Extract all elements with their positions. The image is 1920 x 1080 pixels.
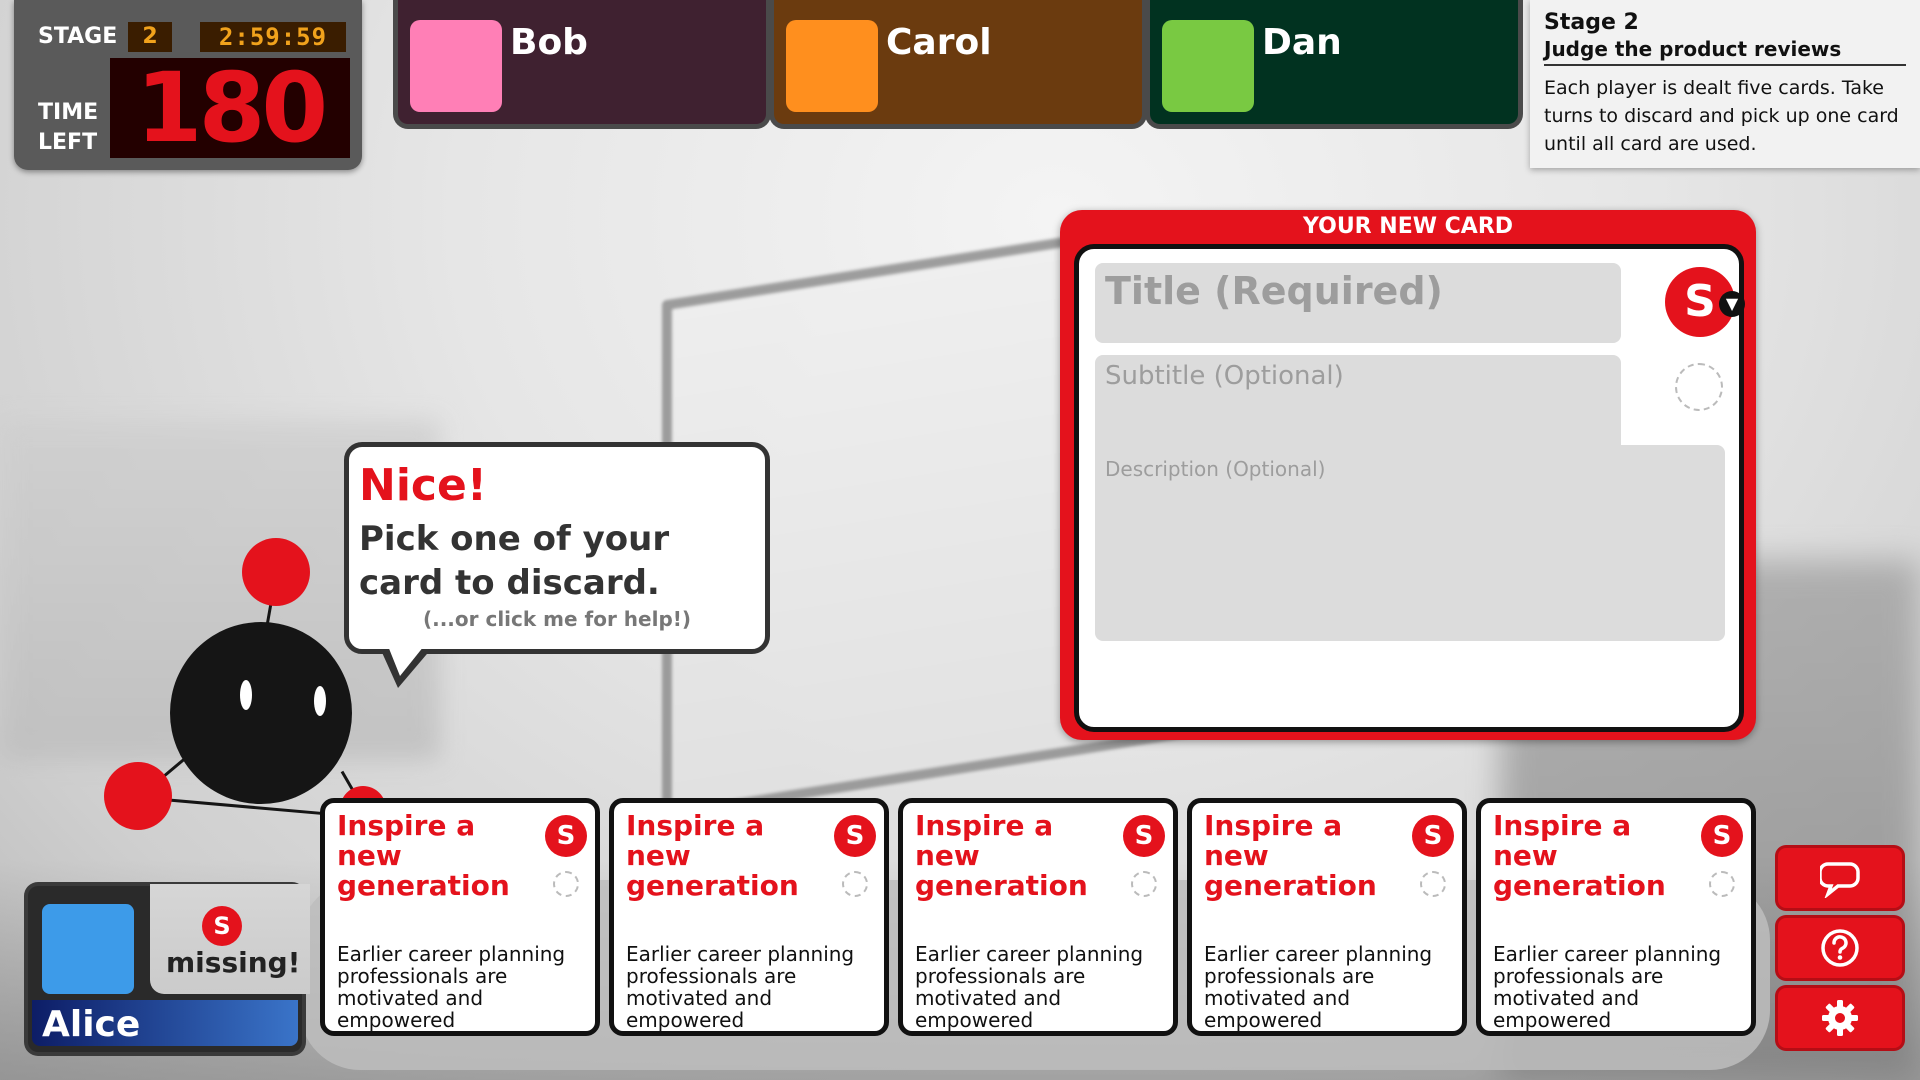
clock: 2:59:59 [200, 22, 346, 52]
hand-card[interactable]: Inspire a new generation S Earlier caree… [898, 798, 1178, 1036]
subcategory-placeholder-icon [842, 871, 868, 897]
hand-card[interactable]: Inspire a new generation S Earlier caree… [320, 798, 600, 1036]
new-card-panel: YOUR NEW CARD Title (Required) Subtitle … [1060, 210, 1756, 740]
stage-info-subtitle: Judge the product reviews [1544, 37, 1906, 66]
subcategory-placeholder-icon[interactable] [1675, 363, 1723, 411]
stage-info-panel: Stage 2 Judge the product reviews Each p… [1530, 0, 1920, 168]
chevron-down-icon[interactable]: ▼ [1719, 291, 1745, 317]
hand-card-title: Inspire a new generation [1493, 809, 1666, 902]
self-player-name: Alice [42, 1004, 141, 1045]
settings-button[interactable] [1778, 988, 1902, 1048]
chat-button[interactable] [1778, 848, 1902, 908]
hand-card-description: Earlier career planning professionals ar… [337, 942, 566, 1032]
help-icon [1821, 929, 1859, 967]
hand-card-badge: S [1412, 815, 1454, 857]
time-left-label-line2: LEFT [38, 130, 98, 155]
mascot-node [242, 538, 310, 606]
mascot-eye [240, 680, 252, 710]
self-color-swatch [42, 904, 134, 994]
hand-card-title: Inspire a new generation [1204, 809, 1377, 902]
hand-card[interactable]: Inspire a new generation S Earlier caree… [609, 798, 889, 1036]
hand-card-badge: S [1701, 815, 1743, 857]
stage-info-description: Each player is dealt five cards. Take tu… [1544, 77, 1899, 155]
hand-card[interactable]: Inspire a new generation S Earlier caree… [1187, 798, 1467, 1036]
player-panel-dan: Dan [1150, 0, 1518, 124]
card-description-input[interactable]: Description (Optional) [1095, 445, 1725, 641]
speech-bubble-tail-fill [388, 646, 424, 676]
card-title-input[interactable]: Title (Required) [1095, 263, 1621, 343]
bubble-exclaim: Nice! [359, 460, 487, 511]
subcategory-placeholder-icon [1420, 871, 1446, 897]
hand-card-badge: S [834, 815, 876, 857]
bubble-help-link[interactable]: (...or click me for help!) [359, 607, 755, 631]
seconds-left: 180 [110, 58, 350, 158]
chat-icon [1820, 862, 1860, 898]
player-color-swatch [786, 20, 878, 112]
hand-card-title: Inspire a new generation [337, 809, 510, 902]
hand-card-title: Inspire a new generation [626, 809, 799, 902]
stage-number: 2 [128, 22, 172, 52]
time-left-label-line1: TIME [38, 100, 99, 125]
mascot-helper[interactable] [170, 622, 352, 804]
subcategory-placeholder-icon [553, 871, 579, 897]
time-left-label: TIME LEFT [38, 98, 98, 158]
player-panel-bob: Bob [398, 0, 766, 124]
hand-card-badge: S [545, 815, 587, 857]
player-name: Carol [886, 22, 992, 63]
hand-card-description: Earlier career planning professionals ar… [1204, 942, 1433, 1032]
timer-panel: STAGE 2 2:59:59 TIME LEFT 180 [14, 0, 362, 170]
bubble-message: Pick one of your card to discard. [359, 519, 670, 603]
player-color-swatch [1162, 20, 1254, 112]
subcategory-placeholder-icon [1131, 871, 1157, 897]
player-name: Bob [510, 22, 588, 63]
gear-icon [1822, 1000, 1858, 1036]
hand-card-description: Earlier career planning professionals ar… [915, 942, 1144, 1032]
hand-card-badge: S [1123, 815, 1165, 857]
help-button[interactable] [1778, 918, 1902, 978]
missing-label: missing! [166, 946, 301, 979]
mascot-eye [314, 686, 326, 716]
hand-card-description: Earlier career planning professionals ar… [1493, 942, 1722, 1032]
stage-label: STAGE [38, 24, 118, 49]
new-card-form: Title (Required) Subtitle (Optional) Des… [1074, 244, 1745, 732]
player-panel-carol: Carol [774, 0, 1142, 124]
card-subtitle-input[interactable]: Subtitle (Optional) [1095, 355, 1621, 455]
subcategory-placeholder-icon [1709, 871, 1735, 897]
hand-card-title: Inspire a new generation [915, 809, 1088, 902]
player-color-swatch [410, 20, 502, 112]
speech-bubble[interactable]: Nice! Pick one of your card to discard. … [344, 442, 770, 654]
hand-card[interactable]: Inspire a new generation S Earlier caree… [1476, 798, 1756, 1036]
hand-card-description: Earlier career planning professionals ar… [626, 942, 855, 1032]
player-name: Dan [1262, 22, 1342, 63]
mascot-node [104, 762, 172, 830]
new-card-header: YOUR NEW CARD [1302, 214, 1514, 239]
missing-category-badge: S [202, 906, 242, 946]
stage-info-title: Stage 2 [1544, 10, 1639, 35]
